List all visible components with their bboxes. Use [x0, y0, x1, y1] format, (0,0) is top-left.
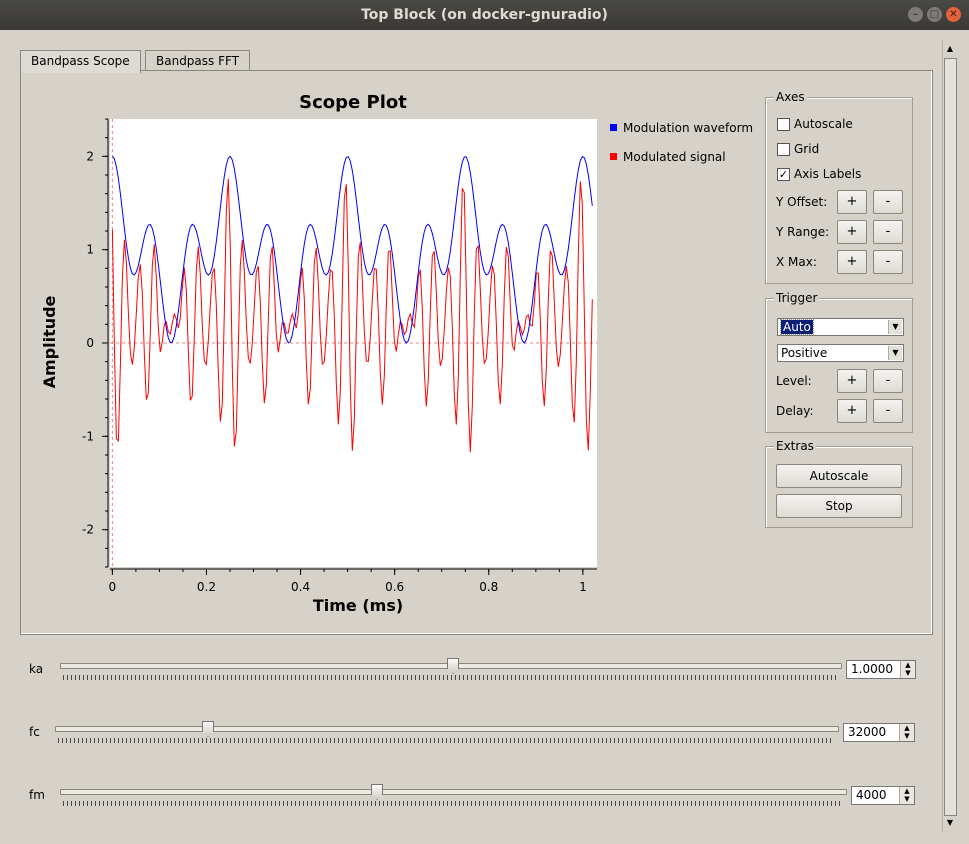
- x-tick-label: 0.6: [385, 580, 404, 594]
- level-minus-button[interactable]: -: [873, 369, 903, 393]
- slider-ticks: [63, 801, 842, 806]
- trigger-group-title: Trigger: [774, 291, 820, 305]
- extras-autoscale-button[interactable]: Autoscale: [776, 464, 902, 488]
- slider-ticks: [63, 675, 837, 680]
- extras-group-title: Extras: [774, 439, 816, 453]
- trigger-slope-value: Positive: [781, 346, 828, 360]
- x-tick-label: 0.8: [479, 580, 498, 594]
- y-offset-plus-button[interactable]: +: [837, 190, 867, 214]
- axes-group-title: Axes: [774, 90, 807, 104]
- spin-arrows-icon[interactable]: ▲ ▼: [899, 724, 914, 741]
- trigger-mode-select[interactable]: Auto ▼: [777, 318, 904, 336]
- slider-label: ka: [29, 662, 44, 676]
- vertical-scrollbar[interactable]: ▲ ▼: [942, 40, 957, 832]
- x-axis-label: Time (ms): [313, 596, 403, 615]
- slider-value-spinbox[interactable]: 1.0000 ▲ ▼: [846, 660, 916, 679]
- window-titlebar: Top Block (on docker-gnuradio) – □ ✕: [0, 0, 969, 30]
- legend-modulation-waveform: Modulation waveform: [623, 121, 753, 135]
- trigger-slope-select[interactable]: Positive ▼: [777, 344, 904, 362]
- level-plus-button[interactable]: +: [837, 369, 867, 393]
- y-tick-label: -2: [82, 523, 94, 537]
- level-label: Level:: [776, 374, 812, 388]
- scrollbar-thumb[interactable]: [944, 58, 957, 816]
- autoscale-checkbox[interactable]: [777, 118, 790, 131]
- slider-value: 32000: [848, 725, 887, 739]
- extras-group: Extras Autoscale Stop: [765, 439, 913, 528]
- slider-value: 4000: [856, 788, 887, 802]
- slider-track[interactable]: [55, 726, 839, 732]
- axis-labels-label: Axis Labels: [794, 167, 862, 181]
- trigger-mode-value: Auto: [780, 319, 814, 335]
- y-range-plus-button[interactable]: +: [837, 220, 867, 244]
- slider-track[interactable]: [60, 789, 847, 795]
- delay-minus-button[interactable]: -: [873, 399, 903, 423]
- y-range-minus-button[interactable]: -: [873, 220, 903, 244]
- spin-arrows-icon[interactable]: ▲ ▼: [899, 787, 914, 804]
- slider-handle[interactable]: [371, 784, 383, 800]
- grid-label: Grid: [794, 142, 820, 156]
- close-icon[interactable]: ✕: [946, 7, 961, 22]
- y-range-label: Y Range:: [776, 225, 830, 239]
- legend-swatch-modulated: [610, 153, 617, 160]
- y-tick-label: 1: [86, 243, 94, 257]
- scroll-down-icon[interactable]: ▼: [945, 816, 955, 830]
- y-tick-label: 0: [86, 336, 94, 350]
- y-tick-label: 2: [86, 149, 94, 163]
- slider-ticks: [58, 738, 834, 743]
- legend-modulated-signal: Modulated signal: [623, 150, 726, 164]
- grid-checkbox[interactable]: [777, 143, 790, 156]
- tab-bandpass-fft[interactable]: Bandpass FFT: [145, 50, 251, 72]
- y-tick-label: -1: [82, 429, 94, 443]
- x-max-minus-button[interactable]: -: [873, 250, 903, 274]
- autoscale-label: Autoscale: [794, 117, 853, 131]
- slider-handle[interactable]: [202, 721, 214, 737]
- y-offset-minus-button[interactable]: -: [873, 190, 903, 214]
- spin-arrows-icon[interactable]: ▲ ▼: [900, 661, 915, 678]
- trigger-group: Trigger Auto ▼ Positive ▼ Level: + - Del…: [765, 291, 913, 433]
- x-max-plus-button[interactable]: +: [837, 250, 867, 274]
- slider-label: fc: [29, 725, 40, 739]
- minimize-icon[interactable]: –: [908, 7, 923, 22]
- x-max-label: X Max:: [776, 255, 817, 269]
- y-axis-label: Amplitude: [40, 295, 59, 388]
- stop-button[interactable]: Stop: [776, 494, 902, 518]
- axis-labels-checkbox[interactable]: ✓: [777, 168, 790, 181]
- chevron-down-icon: ▼: [888, 346, 902, 360]
- axes-group: Axes Autoscale Grid ✓ Axis Labels Y Offs…: [765, 90, 913, 284]
- delay-label: Delay:: [776, 404, 814, 418]
- tab-bandpass-scope[interactable]: Bandpass Scope: [20, 50, 141, 73]
- scroll-up-icon[interactable]: ▲: [945, 42, 955, 56]
- delay-plus-button[interactable]: +: [837, 399, 867, 423]
- slider-label: fm: [29, 788, 45, 802]
- y-offset-label: Y Offset:: [776, 195, 828, 209]
- window-title: Top Block (on docker-gnuradio): [361, 7, 608, 23]
- slider-value-spinbox[interactable]: 4000 ▲ ▼: [851, 786, 915, 805]
- x-tick-label: 0.4: [291, 580, 310, 594]
- slider-value-spinbox[interactable]: 32000 ▲ ▼: [843, 723, 915, 742]
- x-tick-label: 1: [579, 580, 587, 594]
- slider-value: 1.0000: [851, 662, 893, 676]
- maximize-icon[interactable]: □: [927, 7, 942, 22]
- plot-title: Scope Plot: [299, 92, 407, 113]
- slider-handle[interactable]: [447, 658, 459, 674]
- x-tick-label: 0.2: [197, 580, 216, 594]
- x-tick-label: 0: [109, 580, 117, 594]
- scope-plot: Scope Plot 2 1 0 -1 -2 0 0.2 0.4 0.6 0.8 1 Time (m…: [40, 92, 753, 615]
- chevron-down-icon: ▼: [888, 320, 902, 334]
- legend-swatch-modulation: [610, 124, 617, 131]
